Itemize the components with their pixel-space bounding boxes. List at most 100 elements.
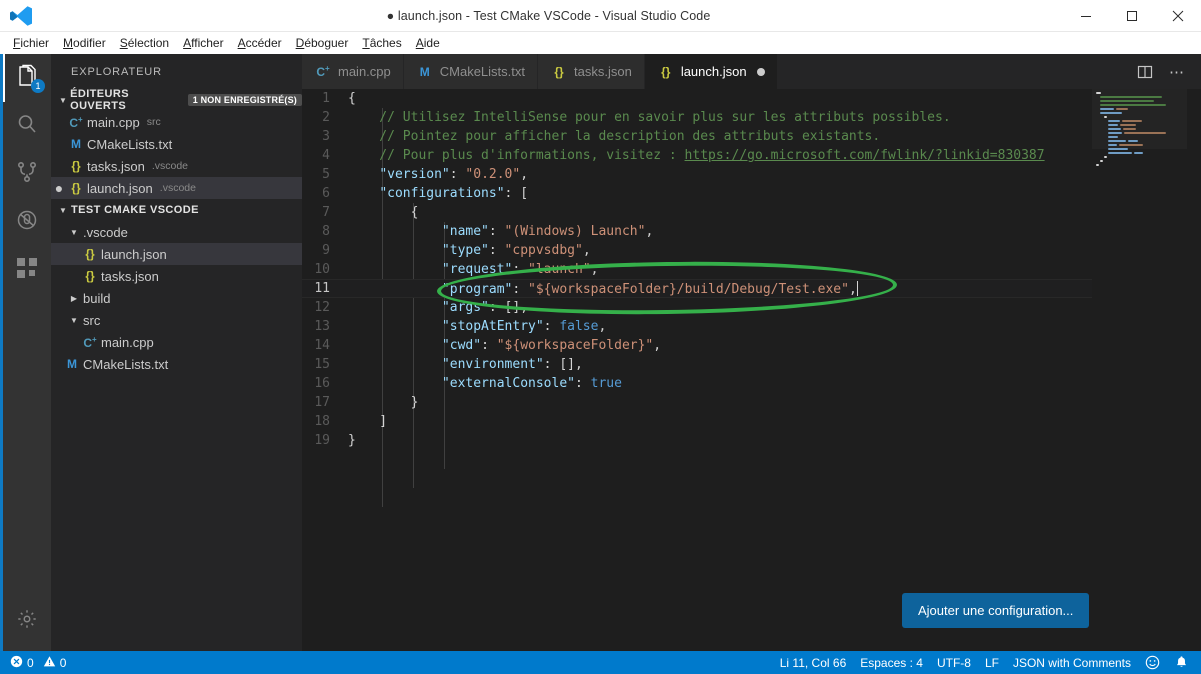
line-number: 3 [322, 129, 330, 144]
code-line[interactable]: 4 // Pour plus d'informations, visitez :… [302, 146, 1092, 165]
project-header[interactable]: ▼ TEST CMAKE VSCODE [51, 199, 302, 221]
tab-dirty-indicator [756, 67, 765, 76]
code-line[interactable]: 9 "type": "cppvsdbg", [302, 241, 1092, 260]
menu-item-selection[interactable]: Sélection [113, 34, 176, 52]
status-problems[interactable]: 0 0 [10, 655, 66, 671]
tree-folder-build[interactable]: ▶ build [51, 287, 302, 309]
chevron-down-icon: ▼ [70, 315, 78, 325]
text-cursor [856, 280, 859, 296]
open-editor-launch-json[interactable]: ● {} launch.json .vscode [51, 177, 302, 199]
activity-explorer[interactable]: 1 [3, 54, 51, 102]
code-line[interactable]: 5 "version": "0.2.0", [302, 165, 1092, 184]
menu-item-taches[interactable]: Tâches [355, 34, 408, 52]
tree-file-main-cpp[interactable]: C+ main.cpp [51, 331, 302, 353]
status-indentation[interactable]: Espaces : 4 [860, 656, 923, 670]
tab-launch-json[interactable]: {} launch.json [644, 54, 778, 89]
menu-item-afficher[interactable]: Afficher [176, 34, 230, 52]
project-label: TEST CMAKE VSCODE [71, 204, 199, 216]
status-cursor-position[interactable]: Li 11, Col 66 [780, 656, 847, 670]
code-editor[interactable]: 1{ 2 // Utilisez IntelliSense pour en sa… [302, 89, 1201, 651]
status-encoding[interactable]: UTF-8 [937, 656, 971, 670]
menu-item-aide[interactable]: Aide [409, 34, 447, 52]
bell-icon[interactable] [1174, 655, 1189, 670]
tree-folder-vscode[interactable]: ▼ .vscode [51, 221, 302, 243]
code-line-active[interactable]: 11 "program": "${workspaceFolder}/build/… [302, 279, 1092, 298]
code-line[interactable]: 6 "configurations": [ [302, 184, 1092, 203]
code-line[interactable]: 17 } [302, 393, 1092, 412]
cpp-file-icon: C+ [316, 64, 330, 79]
code-line[interactable]: 16 "externalConsole": true [302, 374, 1092, 393]
minimize-icon[interactable] [1063, 0, 1109, 32]
code-line[interactable]: 8 "name": "(Windows) Launch", [302, 222, 1092, 241]
tab-tasks-json[interactable]: {} tasks.json [538, 54, 645, 89]
code-line[interactable]: 2 // Utilisez IntelliSense pour en savoi… [302, 108, 1092, 127]
code-line[interactable]: 12 "args": [], [302, 298, 1092, 317]
open-editor-tasks-json[interactable]: {} tasks.json .vscode [51, 155, 302, 177]
line-content: // Utilisez IntelliSense pour en savoir … [348, 110, 951, 125]
chevron-down-icon: ▼ [70, 227, 78, 237]
open-editors-header[interactable]: ▼ ÉDITEURS OUVERTS 1 NON ENREGISTRÉ(S) [51, 88, 302, 112]
open-editor-path: src [146, 116, 161, 128]
more-actions-icon[interactable]: ⋯ [1163, 54, 1191, 89]
tab-cmakelists[interactable]: M CMakeLists.txt [403, 54, 538, 89]
open-editor-main-cpp[interactable]: C+ main.cpp src [51, 111, 302, 133]
close-icon[interactable] [1155, 0, 1201, 32]
tree-folder-src[interactable]: ▼ src [51, 309, 302, 331]
side-bar-explorer: EXPLORATEUR ▼ ÉDITEURS OUVERTS 1 NON ENR… [51, 54, 302, 651]
explorer-title: EXPLORATEUR [71, 65, 162, 78]
status-bar: 0 0 Li 11, Col 66 Espaces : 4 UTF-8 LF J… [0, 651, 1201, 674]
smiley-icon[interactable] [1145, 655, 1160, 670]
tree-item-label: build [83, 290, 111, 306]
code-line[interactable]: 3 // Pointez pour afficher la descriptio… [302, 127, 1092, 146]
code-line[interactable]: 10 "request": "launch", [302, 260, 1092, 279]
menu-item-acceder[interactable]: Accéder [231, 34, 289, 52]
line-number: 8 [322, 224, 330, 239]
activity-extensions[interactable] [3, 246, 51, 294]
code-line[interactable]: 14 "cwd": "${workspaceFolder}", [302, 336, 1092, 355]
tree-item-label: .vscode [83, 224, 128, 240]
open-editor-cmakelists[interactable]: M CMakeLists.txt [51, 133, 302, 155]
tree-file-tasks-json[interactable]: {} tasks.json [51, 265, 302, 287]
doc-link[interactable]: https://go.microsoft.com/fwlink/?linkid=… [685, 148, 1045, 163]
vscode-logo-icon [8, 5, 34, 27]
status-language-mode[interactable]: JSON with Comments [1013, 656, 1131, 670]
add-configuration-button[interactable]: Ajouter une configuration... [902, 593, 1090, 628]
error-count: 0 [27, 655, 34, 670]
menu-item-modifier[interactable]: Modifier [56, 34, 113, 52]
code-line[interactable]: 1{ [302, 89, 1092, 108]
tree-file-cmakelists[interactable]: M CMakeLists.txt [51, 353, 302, 375]
menu-item-fichier[interactable]: FFichierichier [6, 34, 56, 52]
open-editor-path: .vscode [151, 160, 188, 172]
tree-file-launch-json[interactable]: {} launch.json [51, 243, 302, 265]
chevron-down-icon: ▼ [59, 95, 68, 105]
warning-count: 0 [59, 655, 67, 670]
line-number: 2 [322, 110, 330, 125]
activity-manage-settings[interactable] [3, 597, 51, 645]
code-line[interactable]: 7 { [302, 203, 1092, 222]
cpp-file-icon: C+ [69, 114, 83, 130]
line-content: // Pointez pour afficher la description … [348, 129, 881, 144]
code-line[interactable]: 15 "environment": [], [302, 355, 1092, 374]
debug-icon [15, 208, 39, 237]
tab-main-cpp[interactable]: C+ main.cpp [302, 54, 404, 89]
code-line[interactable]: 19} [302, 431, 1092, 450]
activity-debug[interactable] [3, 198, 51, 246]
line-content: // Pour plus d'informations, visitez : h… [348, 148, 1045, 163]
code-line[interactable]: 18 ] [302, 412, 1092, 431]
editor-scrollbar[interactable] [1187, 89, 1201, 651]
explorer-badge: 1 [31, 79, 45, 93]
code-lines[interactable]: 1{ 2 // Utilisez IntelliSense pour en sa… [302, 89, 1092, 651]
line-number: 19 [314, 433, 330, 448]
menu-item-deboguer[interactable]: Déboguer [289, 34, 356, 52]
split-editor-icon[interactable] [1131, 54, 1159, 89]
tree-item-label: main.cpp [101, 334, 154, 350]
status-eol[interactable]: LF [985, 656, 999, 670]
open-editors-label: ÉDITEURS OUVERTS [70, 88, 129, 112]
code-line[interactable]: 13 "stopAtEntry": false, [302, 317, 1092, 336]
maximize-icon[interactable] [1109, 0, 1155, 32]
line-number: 7 [322, 205, 330, 220]
minimap[interactable] [1092, 89, 1187, 651]
minimap-slider[interactable] [1092, 89, 1187, 149]
activity-search[interactable] [3, 102, 51, 150]
activity-source-control[interactable] [3, 150, 51, 198]
